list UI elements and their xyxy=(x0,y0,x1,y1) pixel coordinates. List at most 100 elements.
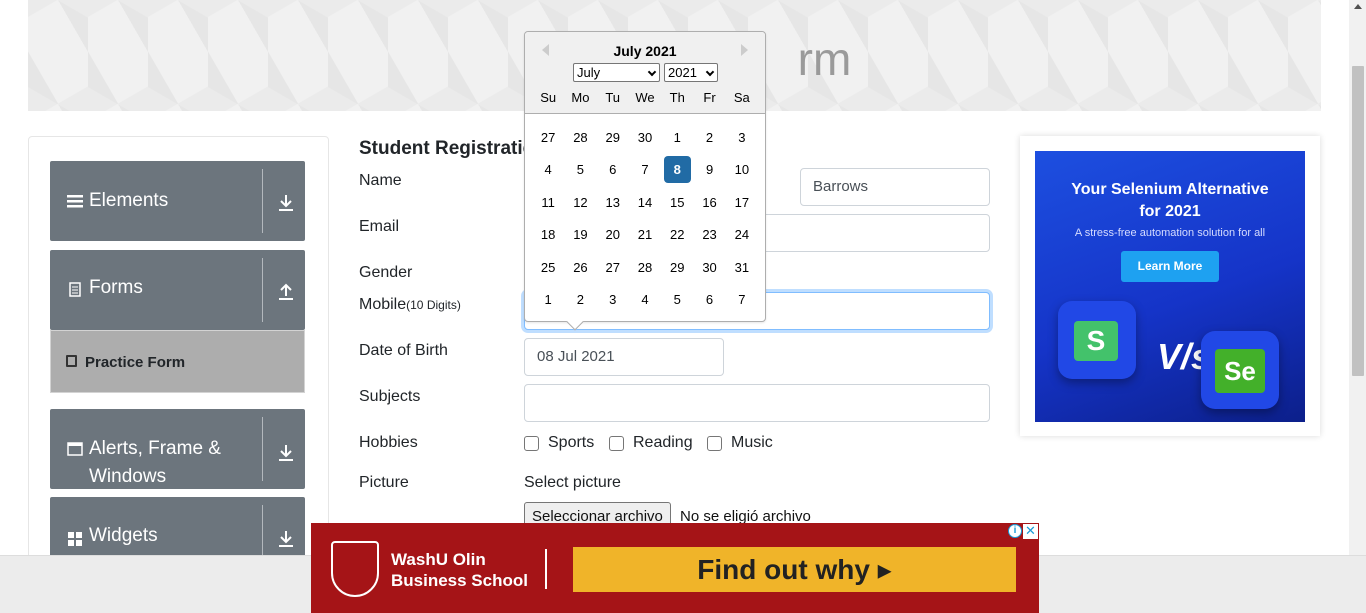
datepicker-header: July 2021 July 2021 Su Mo Tu We Th Fr Sa xyxy=(525,32,765,114)
date-of-birth-input[interactable]: 08 Jul 2021 xyxy=(524,338,724,376)
hobby-reading-checkbox[interactable]: Reading xyxy=(609,434,693,452)
download-arrow-icon[interactable] xyxy=(277,443,295,463)
datepicker-day[interactable]: 29 xyxy=(661,254,693,281)
datepicker-day[interactable]: 10 xyxy=(726,156,758,183)
datepicker-day[interactable]: 26 xyxy=(564,254,596,281)
datepicker-week-row: 4 5 6 7 8 9 10 xyxy=(532,156,758,188)
datepicker-day[interactable]: 30 xyxy=(629,124,661,151)
window-icon xyxy=(67,442,83,456)
form-icon xyxy=(66,355,77,367)
ad-headline-line2: for 2021 xyxy=(1139,203,1201,220)
gender-label: Gender xyxy=(359,264,413,281)
scroll-thumb[interactable] xyxy=(1352,66,1364,376)
datepicker-day[interactable]: 27 xyxy=(597,254,629,281)
datepicker-day[interactable]: 16 xyxy=(693,189,725,216)
datepicker-day[interactable]: 2 xyxy=(564,286,596,313)
datepicker-day[interactable]: 4 xyxy=(532,156,564,183)
datepicker-day-selected[interactable]: 8 xyxy=(663,156,691,184)
datepicker-day[interactable]: 30 xyxy=(693,254,725,281)
selenium-logo-tile: Se xyxy=(1201,331,1279,409)
katalon-logo-icon: S xyxy=(1074,321,1118,361)
datepicker-day[interactable]: 11 xyxy=(532,189,564,216)
month-select[interactable]: July xyxy=(573,63,660,82)
datepicker-week-row: 25 26 27 28 29 30 31 xyxy=(532,254,758,286)
datepicker-day[interactable]: 4 xyxy=(629,286,661,313)
datepicker-day[interactable]: 17 xyxy=(726,189,758,216)
ad-bottom-banner[interactable]: WashU Olin Business School Find out why … xyxy=(311,523,1039,613)
next-month-icon[interactable] xyxy=(741,44,748,56)
datepicker-day[interactable]: 20 xyxy=(597,221,629,248)
datepicker-day[interactable]: 3 xyxy=(726,124,758,151)
datepicker-day[interactable]: 21 xyxy=(629,221,661,248)
weekday-label: Sa xyxy=(733,90,750,105)
sidebar-group-forms[interactable]: Forms xyxy=(50,250,305,330)
datepicker-day[interactable]: 31 xyxy=(726,254,758,281)
checkbox-box[interactable] xyxy=(707,435,722,451)
subjects-label: Subjects xyxy=(359,388,421,405)
month-select-value: July xyxy=(577,65,601,80)
weekday-label: Tu xyxy=(605,90,621,105)
year-select[interactable]: 2021 xyxy=(664,63,718,82)
vertical-scrollbar[interactable] xyxy=(1349,0,1366,555)
last-name-input[interactable]: Barrows xyxy=(800,168,990,206)
checkbox-box[interactable] xyxy=(524,435,539,451)
datepicker-day[interactable]: 1 xyxy=(532,286,564,313)
hobby-music-checkbox[interactable]: Music xyxy=(707,434,773,452)
ad-headline-line1: Your Selenium Alternative xyxy=(1071,181,1269,198)
datepicker-day[interactable]: 7 xyxy=(726,286,758,313)
sidebar-group-label: Alerts, Frame & xyxy=(89,438,221,459)
ad-info-icon[interactable]: i xyxy=(1008,524,1022,538)
washu-crest-icon xyxy=(331,541,379,597)
find-out-why-button[interactable]: Find out why ▸ xyxy=(573,547,1016,592)
datepicker-day[interactable]: 5 xyxy=(661,286,693,313)
sidebar: Elements Forms Practice Form Alerts, Fra… xyxy=(28,136,329,567)
divider xyxy=(262,169,263,233)
download-arrow-icon[interactable] xyxy=(277,529,295,549)
datepicker-day[interactable]: 1 xyxy=(661,124,693,151)
datepicker-day[interactable]: 22 xyxy=(661,221,693,248)
ad-close-icon[interactable]: ✕ xyxy=(1023,524,1038,539)
upload-arrow-icon[interactable] xyxy=(277,282,295,302)
datepicker-day[interactable]: 27 xyxy=(532,124,564,151)
datepicker-month-title: July 2021 xyxy=(613,43,677,59)
checkbox-box[interactable] xyxy=(609,435,624,451)
datepicker-day[interactable]: 6 xyxy=(693,286,725,313)
dob-label: Date of Birth xyxy=(359,342,448,359)
datepicker-week-row: 18 19 20 21 22 23 24 xyxy=(532,221,758,253)
datepicker-day[interactable]: 5 xyxy=(564,156,596,183)
datepicker-day[interactable]: 29 xyxy=(597,124,629,151)
datepicker-day[interactable]: 28 xyxy=(629,254,661,281)
ad-right-creative[interactable]: Your Selenium Alternative for 2021 A str… xyxy=(1035,151,1305,422)
learn-more-button[interactable]: Learn More xyxy=(1121,251,1219,282)
datepicker-day[interactable]: 23 xyxy=(693,221,725,248)
download-arrow-icon[interactable] xyxy=(277,193,295,213)
datepicker-day[interactable]: 14 xyxy=(629,189,661,216)
hobby-sports-checkbox[interactable]: Sports xyxy=(524,434,594,452)
datepicker-day[interactable]: 19 xyxy=(564,221,596,248)
datepicker-day[interactable]: 12 xyxy=(564,189,596,216)
document-icon xyxy=(69,282,81,297)
sidebar-group-elements[interactable]: Elements xyxy=(50,161,305,241)
chevron-down-icon xyxy=(647,67,657,77)
scroll-up-arrow-icon[interactable] xyxy=(1354,4,1362,9)
datepicker-day[interactable]: 25 xyxy=(532,254,564,281)
datepicker-day[interactable]: 15 xyxy=(661,189,693,216)
datepicker-day[interactable]: 6 xyxy=(597,156,629,183)
weekday-label: We xyxy=(635,90,655,105)
hobbies-label: Hobbies xyxy=(359,434,418,451)
subjects-input[interactable] xyxy=(524,384,990,422)
datepicker-day[interactable]: 13 xyxy=(597,189,629,216)
datepicker-day[interactable]: 28 xyxy=(564,124,596,151)
sidebar-group-alerts[interactable]: Alerts, Frame & Windows xyxy=(50,409,305,489)
datepicker-day[interactable]: 9 xyxy=(693,156,725,183)
datepicker-day[interactable]: 2 xyxy=(693,124,725,151)
datepicker-day[interactable]: 18 xyxy=(532,221,564,248)
datepicker-day[interactable]: 3 xyxy=(597,286,629,313)
datepicker-day[interactable]: 24 xyxy=(726,221,758,248)
datepicker-day[interactable]: 7 xyxy=(629,156,661,183)
year-select-value: 2021 xyxy=(668,65,697,80)
sidebar-item-practice-form[interactable]: Practice Form xyxy=(50,330,305,393)
ad-brand-line2: Business School xyxy=(391,571,528,590)
ad-right[interactable]: Your Selenium Alternative for 2021 A str… xyxy=(1020,136,1320,436)
divider xyxy=(262,258,263,322)
